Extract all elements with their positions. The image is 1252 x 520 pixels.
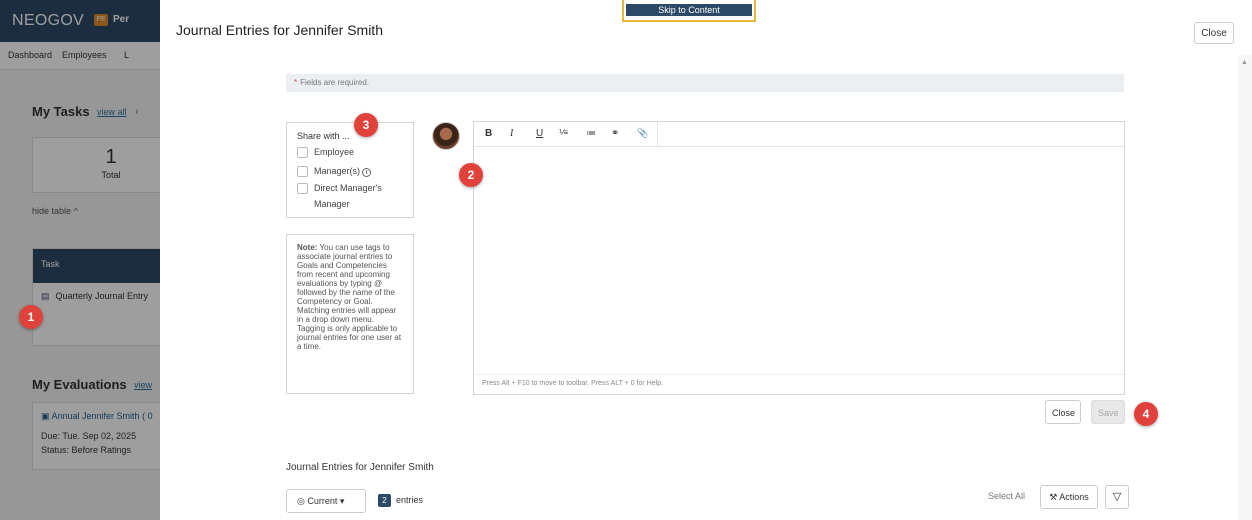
share-managers-option[interactable]: Manager(s) i [297, 166, 372, 178]
skip-to-content-label: Skip to Content [626, 4, 752, 16]
editor-help-text: Press Alt + F10 to move to toolbar. Pres… [482, 380, 664, 387]
entries-count-badge: 2 [378, 494, 391, 507]
actions-icon: ⚒ [1049, 492, 1060, 502]
scroll-up-icon[interactable]: ▲ [1241, 59, 1248, 66]
underline-button[interactable]: U [536, 128, 543, 139]
bullet-list-icon[interactable]: ≔ [586, 128, 596, 139]
toolbar-divider [657, 122, 658, 147]
required-note-text: Fields are required. [300, 78, 370, 87]
close-modal-button[interactable]: Close [1194, 22, 1234, 44]
background-app: NEOGOV PE Per Dashboard Employees L My T… [0, 0, 160, 520]
journal-list-title: Journal Entries for Jennifer Smith [286, 462, 434, 473]
share-title: Share with ... [297, 131, 350, 141]
editor-footer-divider [474, 374, 1124, 375]
filter-icon[interactable]: ▽ [1105, 485, 1129, 509]
select-all-link[interactable]: Select All [988, 491, 1025, 501]
numbered-list-icon[interactable]: ⅟≡ [559, 128, 568, 137]
current-filter-label: Current [307, 496, 338, 506]
journal-editor[interactable]: B I U ⅟≡ ≔ ⚭ 📎 Press Alt + F10 to move t… [473, 121, 1125, 395]
skip-to-content[interactable]: Skip to Content [622, 0, 756, 22]
modal-overlay [0, 0, 160, 520]
current-filter-dropdown[interactable]: ◎ Current ▾ [286, 489, 366, 513]
employee-checkbox[interactable] [297, 147, 308, 159]
share-employee-option[interactable]: Employee [297, 147, 355, 159]
annotation-badge-4: 4 [1134, 402, 1158, 426]
italic-button[interactable]: I [510, 128, 513, 139]
info-icon[interactable]: i [362, 168, 372, 177]
share-with-panel: Share with ... Employee Manager(s) i Dire… [286, 122, 414, 218]
annotation-badge-3: 3 [354, 113, 378, 137]
actions-button[interactable]: ⚒ Actions [1040, 485, 1098, 509]
direct-manager-checkbox[interactable] [297, 183, 308, 195]
journal-modal: Journal Entries for Jennifer Smith Close… [160, 0, 1252, 520]
editor-toolbar: B I U ⅟≡ ≔ ⚭ 📎 [474, 122, 1124, 147]
direct-manager-label-2: Manager [314, 199, 350, 209]
direct-manager-label: Direct Manager's [314, 183, 382, 193]
annotation-badge-2: 2 [459, 163, 483, 187]
actions-label: Actions [1059, 492, 1089, 502]
required-fields-notice: * Fields are required. [286, 74, 1124, 92]
required-asterisk: * [294, 78, 298, 87]
close-button[interactable]: Close [1045, 400, 1081, 424]
annotation-badge-1: 1 [19, 305, 43, 329]
modal-title: Journal Entries for Jennifer Smith [176, 22, 383, 38]
tagging-note: Note: You can use tags to associate jour… [286, 234, 414, 394]
note-text: You can use tags to associate journal en… [297, 243, 402, 351]
attachment-icon[interactable]: 📎 [637, 128, 648, 139]
share-direct-manager-option[interactable]: Direct Manager's [297, 183, 382, 195]
entries-label: entries [396, 495, 424, 505]
avatar [432, 122, 460, 150]
chevron-down-icon: ▾ [339, 496, 345, 506]
managers-label: Manager(s) [314, 166, 361, 176]
link-icon[interactable]: ⚭ [611, 128, 619, 139]
modal-scrollbar[interactable]: ▲ [1238, 55, 1252, 520]
managers-checkbox[interactable] [297, 166, 308, 178]
bold-button[interactable]: B [485, 128, 492, 139]
note-bold: Note: [297, 243, 318, 252]
save-button[interactable]: Save [1091, 400, 1125, 424]
employee-label: Employee [314, 147, 355, 157]
eye-icon: ◎ [297, 496, 308, 506]
